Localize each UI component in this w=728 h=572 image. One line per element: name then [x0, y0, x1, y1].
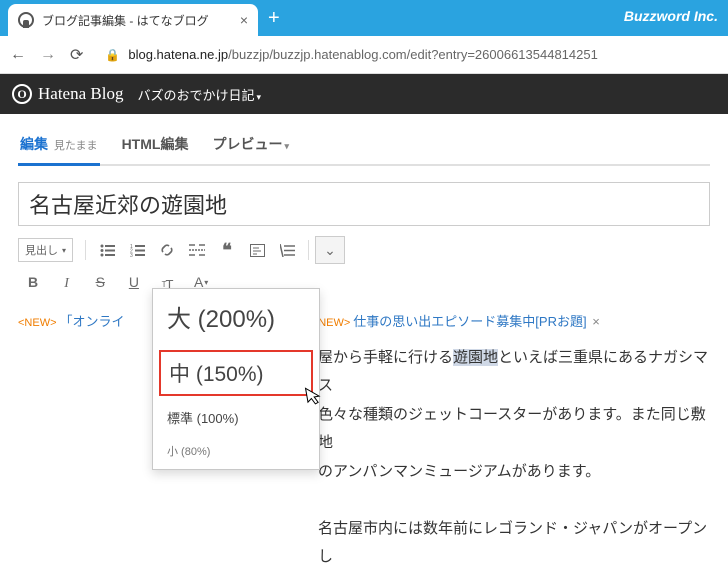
tab-edit[interactable]: 編集 見たまま: [18, 128, 100, 164]
font-size-option-standard[interactable]: 標準 (100%): [153, 402, 319, 437]
separator: [85, 240, 86, 260]
url-text: blog.hatena.ne.jp/buzzjp/buzzjp.hatenabl…: [128, 47, 597, 62]
numbered-list-icon[interactable]: 123: [122, 236, 152, 264]
toolbar-row-2: B I S U TT A▾: [18, 268, 710, 299]
blog-name-dropdown[interactable]: バズのおでかけ日記▾: [137, 85, 261, 104]
topic-bar: <NEW>「オンライ <NEW>仕事の思い出エピソード募集中[PRお題] ×: [18, 311, 710, 330]
bulleted-list-icon[interactable]: [92, 236, 122, 264]
bold-icon[interactable]: B: [18, 268, 48, 296]
highlighted-text: 遊園地: [453, 349, 498, 366]
tab-html[interactable]: HTML編集: [120, 128, 191, 164]
lock-icon: 🔒: [105, 48, 120, 62]
hatena-logo[interactable]: O Hatena Blog: [12, 84, 123, 104]
font-size-menu: 大 (200%) 中 (150%) 標準 (100%) 小 (80%): [152, 288, 320, 470]
collapse-toolbar-button[interactable]: ⌄: [315, 236, 345, 264]
address-bar[interactable]: 🔒 blog.hatena.ne.jp/buzzjp/buzzjp.hatena…: [97, 43, 718, 66]
browser-tab[interactable]: ブログ記事編集 - はてなブログ ×: [8, 4, 258, 36]
brand-label: Buzzword Inc.: [624, 8, 718, 24]
link-icon[interactable]: [152, 236, 182, 264]
tab-title: ブログ記事編集 - はてなブログ: [42, 12, 232, 29]
heading-select[interactable]: 見出し▾: [18, 238, 73, 262]
hatena-header: O Hatena Blog バズのおでかけ日記▾: [0, 74, 728, 114]
browser-toolbar: ← → ⟳ 🔒 blog.hatena.ne.jp/buzzjp/buzzjp.…: [0, 36, 728, 74]
underline-icon[interactable]: U: [119, 268, 149, 296]
topic-link-1[interactable]: 「オンライ: [60, 314, 125, 329]
svg-text:3: 3: [130, 253, 133, 257]
topic-close-icon[interactable]: ×: [592, 314, 600, 329]
new-tab-button[interactable]: +: [268, 7, 280, 30]
reload-icon[interactable]: ⟳: [70, 45, 83, 65]
post-body[interactable]: 屋から手軽に行ける遊園地といえば三重県にあるナガシマス 色々な種類のジェットコー…: [18, 344, 710, 572]
cursor-icon: [304, 385, 323, 407]
quote-icon[interactable]: ❝: [212, 236, 242, 264]
forward-icon: →: [40, 46, 56, 64]
topic-link-2[interactable]: 仕事の思い出エピソード募集中[PRお題]: [353, 314, 586, 329]
editor-tabs: 編集 見たまま HTML編集 プレビュー▾: [18, 128, 710, 166]
clear-format-icon[interactable]: [272, 236, 302, 264]
format-toolbar: 見出し▾ 123 ❝ ⌄ B I S U TT A▾: [18, 236, 710, 299]
read-more-icon[interactable]: [182, 236, 212, 264]
new-badge: <NEW>: [18, 317, 57, 329]
font-size-option-small[interactable]: 小 (80%): [153, 437, 319, 469]
italic-icon[interactable]: I: [52, 270, 82, 298]
font-size-option-large[interactable]: 大 (200%): [153, 289, 319, 344]
separator: [308, 240, 309, 260]
hatena-logo-text: Hatena Blog: [38, 84, 123, 104]
hatena-mark-icon: O: [12, 84, 32, 104]
editor-area: 編集 見たまま HTML編集 プレビュー▾ 見出し▾ 123 ❝ ⌄ B I S…: [0, 114, 728, 572]
font-size-option-medium[interactable]: 中 (150%): [159, 350, 313, 396]
strikethrough-icon[interactable]: S: [85, 268, 115, 296]
close-icon[interactable]: ×: [240, 12, 248, 28]
browser-titlebar: Buzzword Inc. ブログ記事編集 - はてなブログ × +: [0, 0, 728, 36]
tab-preview[interactable]: プレビュー▾: [210, 128, 291, 164]
favicon-icon: [18, 12, 34, 28]
post-title-input[interactable]: [18, 182, 710, 226]
code-block-icon[interactable]: [242, 236, 272, 264]
back-icon[interactable]: ←: [10, 46, 26, 64]
